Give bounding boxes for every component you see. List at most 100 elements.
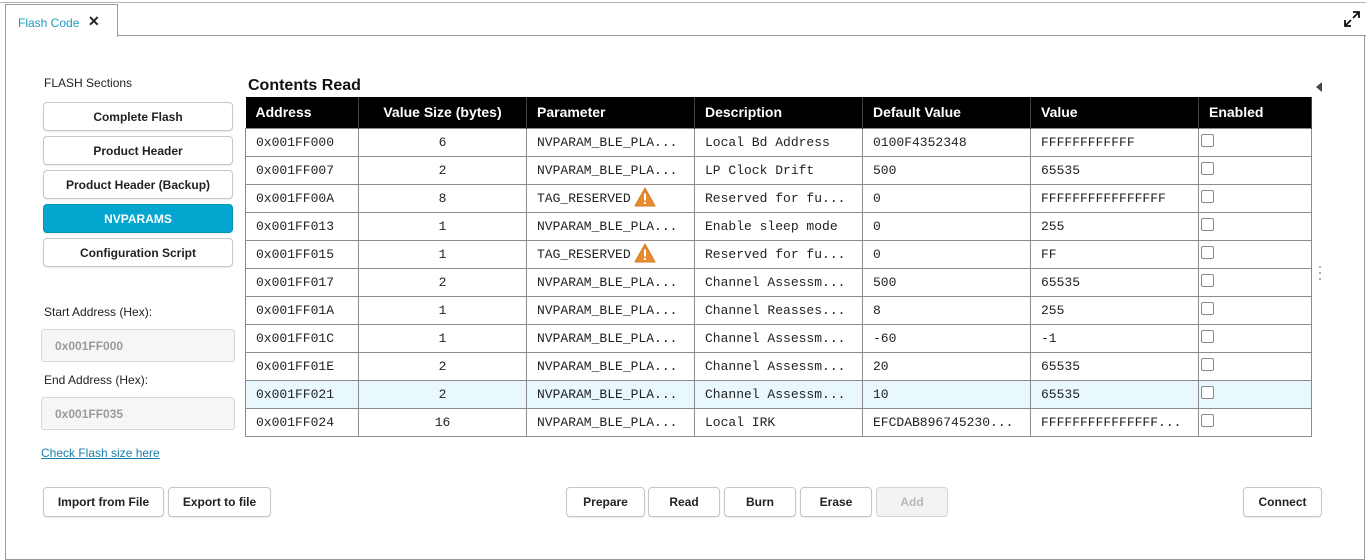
add-button[interactable]: Add: [876, 487, 948, 517]
cell-value[interactable]: 65535: [1030, 155, 1199, 185]
cell-address: 0x001FF00A: [245, 183, 359, 213]
end-address-input[interactable]: [41, 397, 235, 430]
cell-parameter: TAG_RESERVED: [526, 183, 695, 213]
prepare-button[interactable]: Prepare: [566, 487, 645, 517]
cell-value[interactable]: 255: [1030, 295, 1199, 325]
enabled-checkbox[interactable]: [1201, 301, 1214, 315]
enabled-checkbox[interactable]: [1201, 133, 1214, 147]
parameter-text: NVPARAM_BLE_PLA...: [537, 330, 678, 346]
enabled-checkbox[interactable]: [1201, 245, 1214, 259]
cell-description: Reserved for fu...: [694, 239, 863, 269]
table-row[interactable]: 0x001FF017 2 NVPARAM_BLE_PLA... Channel Ass…: [245, 267, 1312, 297]
section-nvparams-button[interactable]: NVPARAMS: [43, 204, 233, 233]
cell-enabled: [1198, 351, 1312, 381]
table-header-row: Address Value Size (bytes) Parameter Des…: [245, 97, 1312, 128]
table-row[interactable]: 0x001FF013 1 NVPARAM_BLE_PLA... Enable slee…: [245, 211, 1312, 241]
table-row[interactable]: 0x001FF015 1 TAG_RESERVED Reserved for fu..…: [245, 239, 1312, 269]
section-complete-flash-button[interactable]: Complete Flash: [43, 102, 233, 131]
enabled-checkbox[interactable]: [1201, 217, 1214, 231]
tab-flash-code[interactable]: Flash Code ✕: [5, 4, 118, 37]
cell-default-value: 0: [862, 239, 1031, 269]
cell-description: LP Clock Drift: [694, 155, 863, 185]
column-header-value-size[interactable]: Value Size (bytes): [358, 97, 527, 128]
column-header-parameter[interactable]: Parameter: [526, 97, 695, 128]
erase-button[interactable]: Erase: [800, 487, 872, 517]
cell-enabled: [1198, 295, 1312, 325]
chevron-left-icon[interactable]: [1316, 82, 1322, 92]
table-row[interactable]: 0x001FF021 2 NVPARAM_BLE_PLA... Channel Ass…: [245, 379, 1312, 409]
export-to-file-button[interactable]: Export to file: [168, 487, 271, 517]
cell-value[interactable]: FFFFFFFFFFFF: [1030, 127, 1199, 157]
section-product-header-button[interactable]: Product Header: [43, 136, 233, 165]
cell-address: 0x001FF021: [245, 379, 359, 409]
table-row[interactable]: 0x001FF00A 8 TAG_RESERVED Reserved for fu..…: [245, 183, 1312, 213]
cell-enabled: [1198, 211, 1312, 241]
cell-parameter: NVPARAM_BLE_PLA...: [526, 351, 695, 381]
expand-icon[interactable]: [1343, 10, 1361, 28]
cell-description: Channel Reasses...: [694, 295, 863, 325]
tab-label[interactable]: Flash Code: [18, 16, 79, 30]
table-row[interactable]: 0x001FF01A 1 NVPARAM_BLE_PLA... Channel Rea…: [245, 295, 1312, 325]
cell-value-size: 2: [358, 351, 527, 381]
cell-value[interactable]: 255: [1030, 211, 1199, 241]
connect-button[interactable]: Connect: [1243, 487, 1322, 517]
enabled-checkbox[interactable]: [1201, 357, 1214, 371]
cell-value-size: 8: [358, 183, 527, 213]
column-header-enabled[interactable]: Enabled: [1198, 97, 1312, 128]
cell-default-value: 0: [862, 211, 1031, 241]
cell-value-size: 1: [358, 239, 527, 269]
table-row[interactable]: 0x001FF01C 1 NVPARAM_BLE_PLA... Channel Ass…: [245, 323, 1312, 353]
section-configuration-script-button[interactable]: Configuration Script: [43, 238, 233, 267]
table-row[interactable]: 0x001FF007 2 NVPARAM_BLE_PLA... LP Clock Dr…: [245, 155, 1312, 185]
warning-icon: [634, 187, 656, 206]
window-top-border: [0, 2, 1366, 3]
burn-button[interactable]: Burn: [724, 487, 796, 517]
check-flash-size-link[interactable]: Check Flash size here: [41, 446, 160, 460]
cell-value-size: 16: [358, 407, 527, 437]
enabled-checkbox[interactable]: [1201, 385, 1214, 399]
parameter-text: NVPARAM_BLE_PLA...: [537, 218, 678, 234]
cell-value[interactable]: -1: [1030, 323, 1199, 353]
table-row[interactable]: 0x001FF000 6 NVPARAM_BLE_PLA... Local Bd Ad…: [245, 127, 1312, 157]
enabled-checkbox[interactable]: [1201, 329, 1214, 343]
enabled-checkbox[interactable]: [1201, 413, 1214, 427]
cell-value-size: 1: [358, 211, 527, 241]
cell-default-value: 10: [862, 379, 1031, 409]
table-row[interactable]: 0x001FF01E 2 NVPARAM_BLE_PLA... Channel Ass…: [245, 351, 1312, 381]
import-from-file-button[interactable]: Import from File: [43, 487, 164, 517]
read-button[interactable]: Read: [648, 487, 720, 517]
cell-description: Reserved for fu...: [694, 183, 863, 213]
resize-handle-icon[interactable]: [1318, 266, 1322, 282]
cell-parameter: NVPARAM_BLE_PLA...: [526, 267, 695, 297]
nvparams-table: Address Value Size (bytes) Parameter Des…: [245, 97, 1312, 437]
parameter-text: NVPARAM_BLE_PLA...: [537, 274, 678, 290]
column-header-address[interactable]: Address: [245, 97, 359, 128]
parameter-text: NVPARAM_BLE_PLA...: [537, 302, 678, 318]
enabled-checkbox[interactable]: [1201, 161, 1214, 175]
cell-value[interactable]: FF: [1030, 239, 1199, 269]
cell-value[interactable]: 65535: [1030, 351, 1199, 381]
cell-default-value: EFCDAB896745230...: [862, 407, 1031, 437]
table-row[interactable]: 0x001FF024 16 NVPARAM_BLE_PLA... Local IRK E…: [245, 407, 1312, 437]
cell-value[interactable]: FFFFFFFFFFFFFFFF: [1030, 183, 1199, 213]
column-header-value[interactable]: Value: [1030, 97, 1199, 128]
cell-value[interactable]: 65535: [1030, 267, 1199, 297]
cell-parameter: NVPARAM_BLE_PLA...: [526, 407, 695, 437]
parameter-text: NVPARAM_BLE_PLA...: [537, 134, 678, 150]
cell-address: 0x001FF01A: [245, 295, 359, 325]
section-product-header-backup-button[interactable]: Product Header (Backup): [43, 170, 233, 199]
column-header-description[interactable]: Description: [694, 97, 863, 128]
cell-value[interactable]: FFFFFFFFFFFFFFF...: [1030, 407, 1199, 437]
column-header-default-value[interactable]: Default Value: [862, 97, 1031, 128]
cell-parameter: NVPARAM_BLE_PLA...: [526, 379, 695, 409]
close-icon[interactable]: ✕: [88, 13, 100, 29]
enabled-checkbox[interactable]: [1201, 273, 1214, 287]
cell-parameter: NVPARAM_BLE_PLA...: [526, 155, 695, 185]
cell-value[interactable]: 65535: [1030, 379, 1199, 409]
start-address-input[interactable]: [41, 329, 235, 362]
parameter-text: NVPARAM_BLE_PLA...: [537, 414, 678, 430]
cell-enabled: [1198, 155, 1312, 185]
cell-parameter: TAG_RESERVED: [526, 239, 695, 269]
warning-icon: [634, 243, 656, 262]
enabled-checkbox[interactable]: [1201, 189, 1214, 203]
